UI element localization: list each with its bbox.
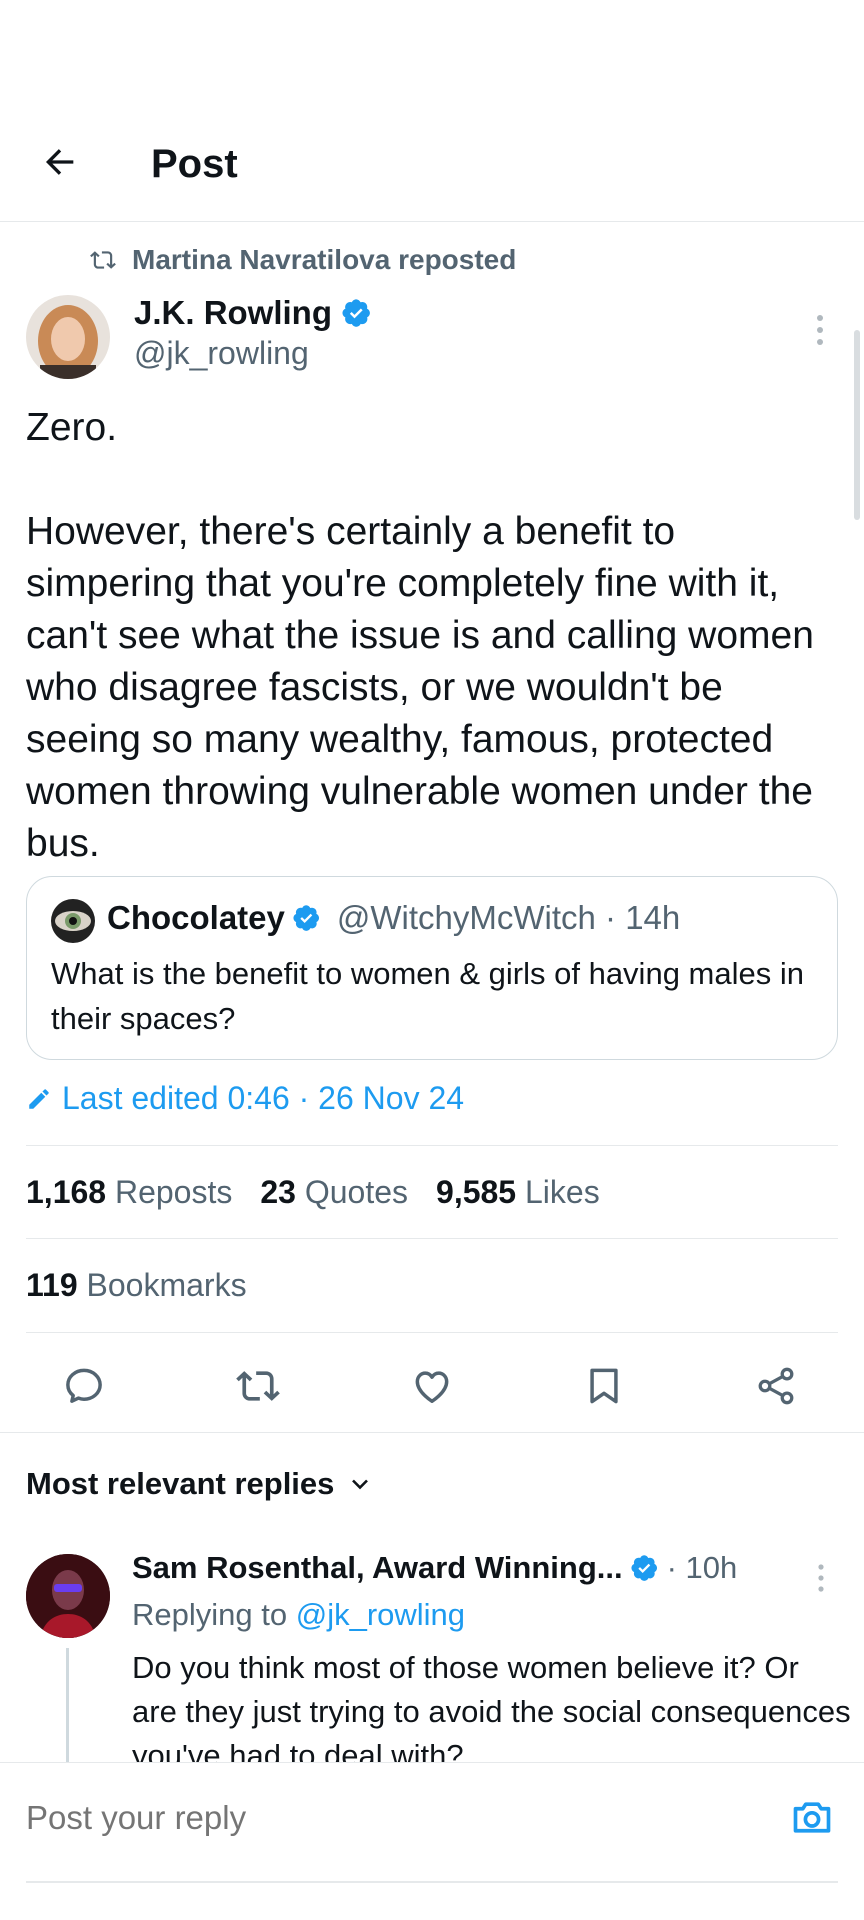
replies-sort-dropdown[interactable]: Most relevant replies	[26, 1466, 372, 1502]
camera-icon	[793, 1802, 831, 1833]
author-name[interactable]: J.K. Rowling	[134, 294, 372, 332]
more-icon	[817, 315, 823, 345]
divider	[0, 1432, 864, 1433]
likes-stat[interactable]: 9,585 Likes	[436, 1174, 600, 1211]
avatar[interactable]	[26, 1554, 110, 1638]
reply-composer	[0, 1762, 864, 1920]
repost-icon	[90, 251, 116, 269]
verified-badge-icon	[293, 905, 319, 931]
reply-text: Do you think most of those women believe…	[132, 1650, 851, 1773]
reposts-stat[interactable]: 1,168 Reposts	[26, 1174, 232, 1211]
like-icon	[415, 1371, 449, 1403]
reply-icon	[66, 1368, 102, 1403]
thread-line	[66, 1648, 69, 1768]
more-icon	[818, 1564, 824, 1592]
quote-text: What is the benefit to women & girls of …	[51, 956, 804, 1036]
like-button[interactable]	[400, 1354, 464, 1418]
repost-icon	[236, 1371, 280, 1401]
replying-to: Replying to @jk_rowling	[132, 1597, 466, 1632]
repost-text: Martina Navratilova reposted	[132, 244, 517, 275]
bookmark-icon	[590, 1368, 618, 1404]
bookmarks-stat[interactable]: 119 Bookmarks	[26, 1267, 247, 1304]
reply-input[interactable]	[26, 1799, 726, 1837]
reply-button[interactable]	[52, 1354, 116, 1418]
repost-context: Martina Navratilova reposted	[90, 244, 516, 276]
camera-button[interactable]	[786, 1791, 838, 1843]
back-arrow-icon	[46, 149, 74, 175]
bookmark-button[interactable]	[572, 1354, 636, 1418]
divider	[26, 1238, 838, 1239]
reply-more-button[interactable]	[806, 1558, 836, 1598]
replying-to-handle-link[interactable]: @jk_rowling	[296, 1597, 465, 1632]
quote-avatar	[51, 899, 95, 943]
quotes-stat[interactable]: 23 Quotes	[260, 1174, 408, 1211]
repost-button[interactable]	[226, 1354, 290, 1418]
last-edited-link[interactable]: Last edited 0:46 · 26 Nov 24	[26, 1080, 464, 1117]
quote-handle: @WitchyMcWitch · 14h	[336, 899, 681, 936]
divider	[26, 1145, 838, 1146]
scrollbar[interactable]	[854, 330, 860, 520]
top-bar: Post	[0, 0, 864, 222]
post-stats: 1,168 Reposts 23 Quotes 9,585 Likes	[26, 1174, 600, 1211]
composer-underline	[26, 1881, 838, 1883]
quoted-post[interactable]: Chocolatey @WitchyMcWitch · 14h What is …	[26, 876, 838, 1060]
page-title: Post	[151, 142, 238, 186]
chevron-down-icon	[352, 1479, 369, 1490]
reply-time: · 10h	[666, 1550, 738, 1585]
action-bar	[0, 1354, 864, 1454]
avatar[interactable]	[26, 295, 110, 379]
verified-badge-icon	[631, 1555, 657, 1581]
reply-author[interactable]: Sam Rosenthal, Award Winning... · 10h	[132, 1550, 737, 1586]
divider	[26, 1332, 838, 1333]
share-button[interactable]	[744, 1354, 808, 1418]
author-handle: @jk_rowling	[134, 335, 309, 371]
share-icon	[758, 1367, 794, 1405]
quote-author: Chocolatey @WitchyMcWitch · 14h	[107, 899, 681, 936]
back-button[interactable]	[38, 140, 82, 184]
verified-badge-icon	[342, 299, 370, 327]
pencil-icon	[29, 1088, 49, 1109]
tweet-text: Zero. However, there's certainly a benef…	[26, 406, 814, 865]
more-button[interactable]	[800, 310, 840, 350]
